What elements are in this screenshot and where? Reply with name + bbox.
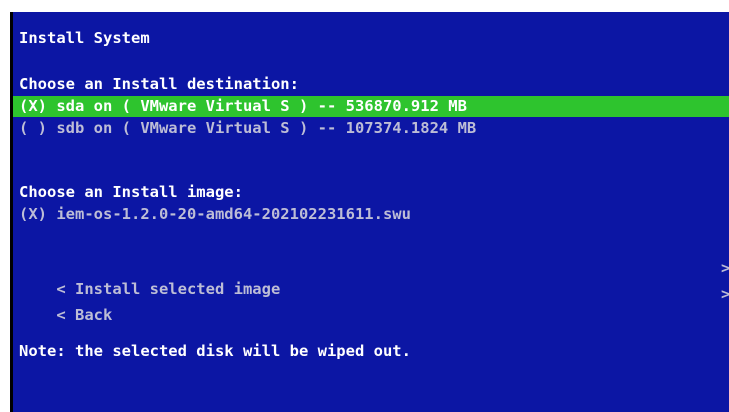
install-selected-image-button[interactable]: < Install selected image > xyxy=(13,258,729,298)
image-option-swu[interactable]: (X) iem-os-1.2.0-20-amd64-202102231611.s… xyxy=(13,204,729,225)
installer-screen: Install System Choose an Install destina… xyxy=(13,12,729,412)
destination-option-sda[interactable]: (X) sda on ( VMware Virtual S ) -- 53687… xyxy=(13,96,729,117)
wipe-warning-note: Note: the selected disk will be wiped ou… xyxy=(19,342,411,360)
back-button[interactable]: < Back > xyxy=(13,284,729,324)
installer-title: Install System xyxy=(19,29,150,47)
back-button-arrow: > xyxy=(721,285,729,303)
image-heading: Choose an Install image: xyxy=(19,183,243,201)
destination-option-sdb[interactable]: ( ) sdb on ( VMware Virtual S ) -- 10737… xyxy=(13,118,729,139)
destination-heading: Choose an Install destination: xyxy=(19,75,299,93)
back-button-label: < Back xyxy=(56,306,113,324)
install-button-arrow: > xyxy=(721,259,729,277)
